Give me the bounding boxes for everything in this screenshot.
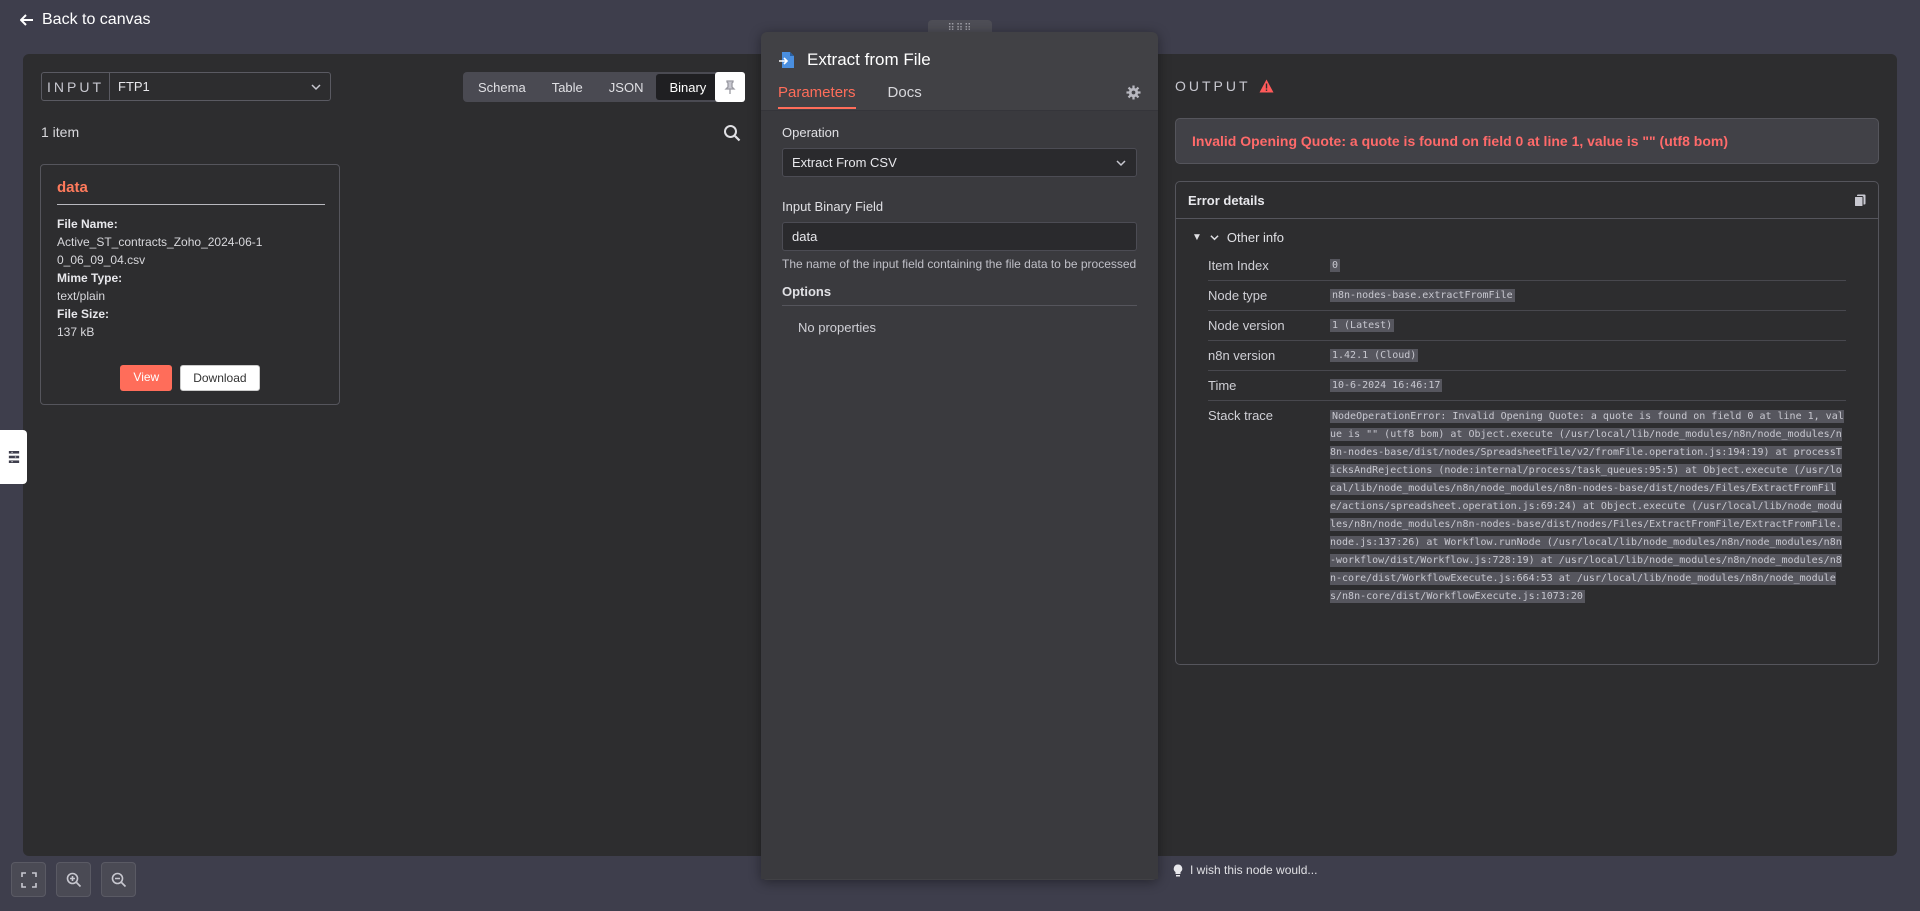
back-to-canvas-button[interactable]: Back to canvas (20, 11, 151, 29)
mime-type-value: text/plain (57, 289, 106, 303)
chevron-down-icon (311, 83, 321, 90)
output-label: OUTPUT (1175, 78, 1251, 94)
warning-icon (1259, 79, 1274, 93)
other-info-label: Other info (1226, 230, 1284, 245)
file-extract-icon (779, 52, 794, 68)
input-label: INPUT (42, 73, 110, 100)
node-settings-panel: Extract from File Parameters Docs Operat… (761, 32, 1158, 880)
stack-trace-value: NodeOperationError: Invalid Opening Quot… (1330, 410, 1844, 603)
binary-title: data (57, 179, 325, 205)
pin-icon (724, 80, 736, 94)
info-key: Stack trace (1208, 408, 1274, 423)
info-value: 10-6-2024 16:46:17 (1330, 378, 1443, 392)
file-name-value: Active_ST_contracts_Zoho_2024-06-10_06_0… (57, 235, 263, 267)
node-list-icon (8, 451, 19, 463)
zoom-out-icon (111, 872, 126, 887)
download-button[interactable]: Download (180, 365, 260, 391)
search-icon[interactable] (723, 124, 741, 142)
error-details-title: Error details (1188, 192, 1265, 208)
feedback-link[interactable]: I wish this node would... (1173, 863, 1317, 877)
tab-json[interactable]: JSON (596, 74, 657, 100)
zoom-in-button[interactable] (56, 862, 91, 897)
feedback-label: I wish this node would... (1190, 863, 1318, 877)
info-row-node-type: Node type n8n-nodes-base.extractFromFile (1208, 281, 1846, 311)
tab-schema[interactable]: Schema (465, 74, 539, 100)
zoom-in-icon (66, 872, 81, 887)
side-panel-toggle[interactable] (0, 430, 27, 484)
chevron-down-icon (1210, 235, 1219, 241)
operation-value: Extract From CSV (792, 155, 897, 170)
no-properties-text: No properties (798, 320, 877, 335)
output-panel: OUTPUT Invalid Opening Quote: a quote is… (1158, 54, 1897, 856)
info-row-n8n-version: n8n version 1.42.1 (Cloud) (1208, 341, 1846, 371)
caret-down-icon: ▼ (1192, 232, 1202, 243)
tab-parameters[interactable]: Parameters (778, 84, 856, 109)
zoom-out-button[interactable] (101, 862, 136, 897)
lightbulb-icon (1173, 863, 1183, 876)
binary-field-hint: The name of the input field containing t… (782, 257, 1137, 271)
info-value: n8n-nodes-base.extractFromFile (1330, 288, 1515, 302)
info-row-time: Time 10-6-2024 16:46:17 (1208, 371, 1846, 401)
binary-field-label: Input Binary Field (782, 199, 884, 214)
other-info-toggle[interactable]: ▼ Other info (1192, 230, 1878, 245)
info-key: Node version (1208, 318, 1285, 333)
file-name-label: File Name: (57, 217, 118, 231)
back-label: Back to canvas (42, 11, 151, 28)
binary-field-input[interactable]: data (782, 222, 1137, 251)
info-key: Item Index (1208, 258, 1269, 273)
tab-docs[interactable]: Docs (888, 84, 938, 109)
mime-type-label: Mime Type: (57, 271, 123, 285)
file-size-value: 137 kB (57, 325, 95, 339)
info-key: Node type (1208, 288, 1268, 303)
chevron-down-icon (1116, 159, 1126, 166)
node-title: Extract from File (807, 50, 931, 69)
info-value: 1.42.1 (Cloud) (1330, 348, 1419, 362)
fit-view-icon (20, 871, 37, 888)
info-row-item-index: Item Index 0 (1208, 251, 1846, 281)
view-button[interactable]: View (120, 365, 173, 391)
file-size-label: File Size: (57, 307, 110, 321)
zoom-controls (11, 862, 136, 897)
items-count: 1 item (41, 124, 80, 140)
input-node-select[interactable]: INPUT FTP1 (41, 72, 331, 101)
copy-icon[interactable] (1854, 194, 1866, 207)
fit-view-button[interactable] (11, 862, 46, 897)
error-message: Invalid Opening Quote: a quote is found … (1175, 118, 1879, 164)
pin-data-button[interactable] (715, 72, 745, 102)
info-row-stack-trace: Stack trace NodeOperationError: Invalid … (1208, 401, 1846, 606)
error-details: Error details ▼ Other info Item Index 0 … (1175, 181, 1879, 665)
operation-label: Operation (782, 125, 840, 140)
tab-table[interactable]: Table (539, 74, 596, 100)
binary-data-card: data File Name: Active_ST_contracts_Zoho… (40, 164, 340, 405)
info-key: Time (1208, 378, 1237, 393)
input-panel: INPUT FTP1 Schema Table JSON Binary 1 it… (23, 54, 763, 856)
gear-icon[interactable] (1126, 85, 1141, 100)
info-value: 0 (1330, 258, 1341, 272)
info-row-node-version: Node version 1 (Latest) (1208, 311, 1846, 341)
input-node-name: FTP1 (118, 79, 150, 94)
info-value: 1 (Latest) (1330, 318, 1395, 332)
operation-select[interactable]: Extract From CSV (782, 148, 1137, 177)
options-label: Options (782, 284, 1137, 306)
tab-binary[interactable]: Binary (656, 74, 720, 100)
arrow-left-icon (20, 14, 33, 26)
view-mode-tabs: Schema Table JSON Binary (463, 72, 722, 102)
info-key: n8n version (1208, 348, 1276, 363)
